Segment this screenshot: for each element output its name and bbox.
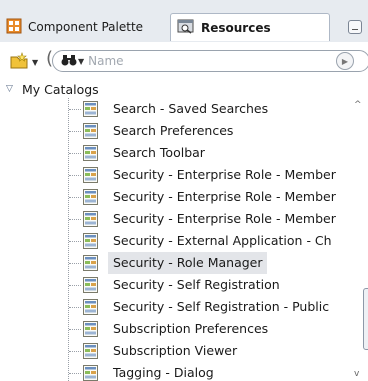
new-resource-button[interactable]: ▼ [10, 51, 44, 73]
tree-item-label: Subscription Preferences [113, 321, 269, 336]
tree-item-label: Security - Enterprise Role - Member [113, 211, 336, 226]
catalog-tree: Search - Saved Searches Search Preferenc… [0, 98, 348, 381]
tree-item[interactable]: Security - Enterprise Role - Member [0, 208, 348, 230]
tree-item-label: Tagging - Dialog [113, 365, 214, 380]
tree-item-selected[interactable]: Security - Role Manager [0, 252, 348, 274]
task-flow-icon [82, 188, 100, 206]
resources-toolbar: ▼ ( ▼ ▶ [0, 42, 368, 78]
tree-item[interactable]: Search Preferences [0, 120, 348, 142]
tree-item[interactable]: Security - External Application - Ch [0, 230, 348, 252]
binoculars-icon [61, 53, 77, 70]
tree-item-label: Search - Saved Searches [113, 101, 269, 116]
task-flow-icon [82, 254, 100, 272]
play-icon: ▶ [341, 56, 349, 66]
tree-item-label: Subscription Viewer [113, 343, 238, 358]
task-flow-icon [82, 210, 100, 228]
tree-item-label: Security - Role Manager [108, 252, 267, 274]
task-flow-icon [82, 100, 100, 118]
tree-item[interactable]: Subscription Viewer [0, 340, 348, 362]
tree-item-label: Security - Self Registration - Public [113, 299, 330, 314]
tree-item-label: Search Preferences [113, 123, 234, 138]
search-input[interactable] [88, 52, 299, 70]
new-folder-icon [10, 51, 30, 73]
catalogs-node[interactable]: ▽ My Catalogs [0, 80, 368, 98]
search-go-button[interactable]: ▶ [336, 52, 354, 70]
tree-item-label: Security - External Application - Ch [113, 233, 332, 248]
task-flow-icon [82, 320, 100, 338]
tab-component-palette[interactable]: Component Palette [0, 13, 166, 41]
scroll-down-icon[interactable]: v [354, 369, 359, 379]
search-options-arrow-icon: ▼ [78, 56, 85, 66]
tree-item[interactable]: Security - Self Registration - Public [0, 296, 348, 318]
component-palette-icon [6, 18, 22, 37]
search-field[interactable]: ▼ ▶ [52, 50, 368, 72]
task-flow-icon [82, 364, 100, 381]
panel-tab-strip: Component Palette Resources [0, 0, 368, 43]
tree-item[interactable]: Search Toolbar [0, 142, 348, 164]
collapse-toggle-icon[interactable]: ▽ [6, 84, 16, 94]
tab-component-palette-label: Component Palette [28, 20, 144, 34]
task-flow-icon [82, 298, 100, 316]
tree-item[interactable]: Tagging - Dialog [0, 362, 348, 381]
scroll-up-icon[interactable]: ^ [354, 100, 362, 110]
minimize-icon[interactable] [348, 20, 362, 34]
tree-item-label: Security - Enterprise Role - Member [113, 189, 336, 204]
search-options-button[interactable]: ▼ [61, 53, 84, 70]
task-flow-icon [82, 122, 100, 140]
tree-item[interactable]: Search - Saved Searches [0, 98, 348, 120]
tree-item-label: Search Toolbar [113, 145, 205, 160]
catalogs-label: My Catalogs [22, 81, 99, 97]
tree-item[interactable]: Security - Self Registration [0, 274, 348, 296]
task-flow-icon [82, 232, 100, 250]
scrollbar-thumb[interactable] [363, 288, 368, 350]
task-flow-icon [82, 276, 100, 294]
tree-item-label: Security - Self Registration [113, 277, 280, 292]
tree-item[interactable]: Security - Enterprise Role - Member [0, 164, 348, 186]
tab-resources-label: Resources [201, 20, 271, 35]
tree-item-label: Security - Enterprise Role - Member [113, 167, 336, 182]
tree-item[interactable]: Security - Enterprise Role - Member [0, 186, 348, 208]
tab-resources[interactable]: Resources [170, 13, 330, 41]
resources-icon [177, 18, 195, 37]
tree-item[interactable]: Subscription Preferences [0, 318, 348, 340]
vertical-scrollbar[interactable]: ^ v [350, 98, 368, 381]
task-flow-icon [82, 166, 100, 184]
new-dropdown-arrow-icon[interactable]: ▼ [32, 58, 38, 67]
task-flow-icon [82, 144, 100, 162]
task-flow-icon [82, 342, 100, 360]
